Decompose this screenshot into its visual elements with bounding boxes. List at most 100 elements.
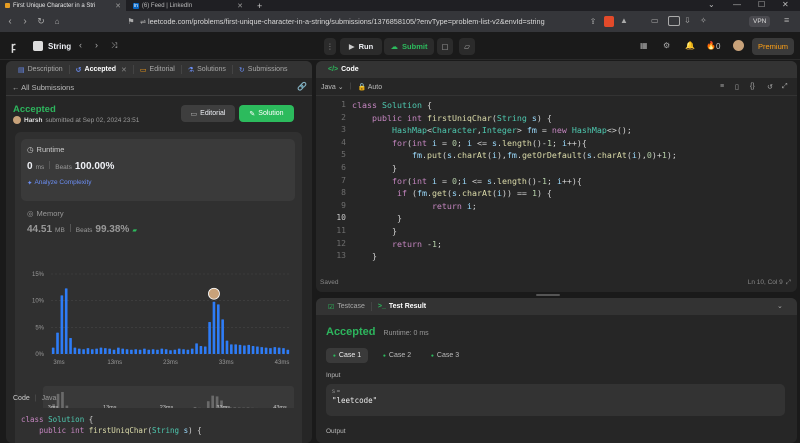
layout-icon[interactable]: ▦ <box>640 41 648 50</box>
browser-tab-linkedin[interactable]: in (6) Feed | LinkedIn ✕ <box>128 0 248 11</box>
notifications-icon[interactable]: 🔔 <box>685 41 695 50</box>
menu-icon[interactable]: ≡ <box>784 15 789 25</box>
leetcode-logo-icon[interactable]: ꝼ <box>11 39 16 54</box>
chart-bar <box>177 348 181 354</box>
shuffle-icon[interactable]: ⤨ <box>111 41 117 51</box>
username[interactable]: Harsh <box>24 117 42 124</box>
line-number: 2 <box>341 112 346 122</box>
submit-button[interactable]: ☁ Submit <box>384 38 434 55</box>
close-tab-icon[interactable]: ✕ <box>237 2 243 10</box>
case-1-tab[interactable]: ● Case 1 <box>326 348 368 363</box>
share-icon[interactable]: ⇪ <box>586 17 600 26</box>
pass-dot-icon: ● <box>332 352 336 359</box>
problem-list-title[interactable]: String <box>48 42 71 51</box>
wallet-icon[interactable] <box>668 16 680 26</box>
all-submissions-link[interactable]: ← All Submissions <box>12 83 74 92</box>
x-tick-label: 23ms <box>163 360 178 366</box>
memory-header[interactable]: ◎ Memory <box>27 209 64 218</box>
notes-icon[interactable]: ▢ <box>437 38 453 55</box>
tab-accepted[interactable]: ↺ Accepted ✕ <box>70 65 134 74</box>
tab-description[interactable]: ▤ Description <box>12 65 70 74</box>
expand-icon[interactable]: ⤢ <box>782 83 788 91</box>
prev-problem-icon[interactable]: ‹ <box>79 40 82 50</box>
url-field[interactable]: leetcode.com/problems/first-unique-chara… <box>148 14 578 29</box>
new-tab-icon[interactable]: + <box>252 0 266 11</box>
runtime-value: 0 <box>27 161 33 172</box>
divider <box>6 95 312 96</box>
forward-icon[interactable]: › <box>18 16 32 27</box>
avatar[interactable] <box>733 40 744 51</box>
browser-tab-leetcode[interactable]: First Unique Character in a Stri ✕ <box>0 0 126 11</box>
avatar[interactable] <box>13 116 21 124</box>
minimize-icon[interactable]: — <box>733 0 741 9</box>
memory-value: 44.51 <box>27 224 53 235</box>
tab-solutions[interactable]: ⚗ Solutions <box>182 65 233 74</box>
reset-icon[interactable]: ↺ <box>767 83 773 91</box>
close-window-icon[interactable]: ✕ <box>782 0 789 9</box>
code-preview-line: class Solution { <box>21 415 94 424</box>
case-2-tab[interactable]: ● Case 2 <box>376 348 418 363</box>
x-tick-label: 13ms <box>107 360 122 366</box>
runtime-box[interactable]: ◷ Runtime 0 ms Beats 100.00% ✦ Analyze Com… <box>21 139 295 201</box>
feedback-icon[interactable]: ▱ <box>459 38 475 55</box>
save-status: Saved <box>320 279 339 286</box>
leo-icon[interactable]: ✧ <box>700 16 707 25</box>
case-3-tab[interactable]: ● Case 3 <box>424 348 466 363</box>
vpn-button[interactable]: VPN <box>749 16 771 27</box>
line-number: 3 <box>341 125 346 135</box>
brave-shield-icon[interactable] <box>604 16 614 27</box>
code-area[interactable]: class Solution { public int firstUniqCha… <box>352 99 792 271</box>
collapse-icon[interactable]: ⌄ <box>777 302 783 310</box>
downloads-icon[interactable]: ⇩ <box>684 16 691 25</box>
braces-icon[interactable]: {} <box>750 83 755 90</box>
runtime-distribution-chart[interactable]: 15% 10% 5% 0% 3ms 13ms 23ms 33ms 43ms <box>15 250 302 380</box>
solution-button[interactable]: ✎ Solution <box>239 105 294 122</box>
analyze-complexity-link[interactable]: ✦ Analyze Complexity <box>27 179 92 187</box>
line-number-current: 10 <box>336 213 346 223</box>
debug-icon[interactable]: ⋮ <box>324 38 336 55</box>
memory-values[interactable]: 44.51 MB Beats 99.38% ▰ <box>27 224 137 235</box>
memory-chip-icon: ◎ <box>27 209 34 218</box>
divider <box>49 161 51 169</box>
premium-button[interactable]: Premium <box>752 38 794 55</box>
tab-testcase[interactable]: ☑ Testcase <box>322 302 372 311</box>
format-icon[interactable]: ≡ <box>720 83 724 90</box>
chevron-down-icon: ⌄ <box>337 83 344 91</box>
maximize-icon[interactable]: ☐ <box>758 0 765 9</box>
auto-mode-toggle[interactable]: 🔒 Auto <box>357 83 382 91</box>
chart-bar <box>117 347 120 354</box>
leetcode-favicon-icon <box>5 3 10 8</box>
settings-icon[interactable]: ⚙ <box>663 41 670 50</box>
streak-icon[interactable]: 🔥 <box>706 41 716 50</box>
bookmark-icon[interactable]: ▯ <box>735 83 739 91</box>
close-tab-icon[interactable]: ✕ <box>121 66 127 74</box>
sidebar-icon[interactable]: ▭ <box>651 16 659 25</box>
share-link-icon[interactable]: 🔗 <box>297 82 307 91</box>
input-box: s = "leetcode" <box>326 384 785 416</box>
result-tabs: ☑ Testcase >_ Test Result <box>316 298 797 315</box>
language-select[interactable]: Java ⌄ <box>321 83 344 91</box>
tab-code[interactable]: </> Code <box>322 65 365 74</box>
back-icon[interactable]: ‹ <box>3 16 17 27</box>
expand-editor-icon[interactable]: ⤢ <box>786 279 791 287</box>
chart-bar <box>169 350 172 354</box>
editorial-button[interactable]: ▭ Editorial <box>181 105 235 122</box>
rewards-icon[interactable]: ▲ <box>620 16 628 25</box>
tab-submissions[interactable]: ↻ Submissions <box>233 65 294 74</box>
tab-search-icon[interactable]: ⌄ <box>708 0 715 9</box>
tab-test-result[interactable]: >_ Test Result <box>372 302 432 311</box>
resize-handle[interactable] <box>536 294 560 296</box>
problem-list-icon[interactable] <box>33 41 43 51</box>
tab-label: Submissions <box>247 66 288 73</box>
line-number: 11 <box>336 225 346 235</box>
chart-bar <box>208 322 211 354</box>
reload-icon[interactable]: ↻ <box>34 16 48 27</box>
close-tab-icon[interactable]: ✕ <box>115 2 121 10</box>
code-line: } <box>352 251 377 262</box>
home-icon[interactable]: ⌂ <box>50 17 64 26</box>
run-button[interactable]: ▶ Run <box>340 38 382 55</box>
description-icon: ▤ <box>18 66 25 74</box>
tab-editorial[interactable]: ▭ Editorial <box>134 65 182 74</box>
next-problem-icon[interactable]: › <box>95 40 98 50</box>
code-preview-line: public int firstUniqChar(String s) { <box>39 426 202 435</box>
